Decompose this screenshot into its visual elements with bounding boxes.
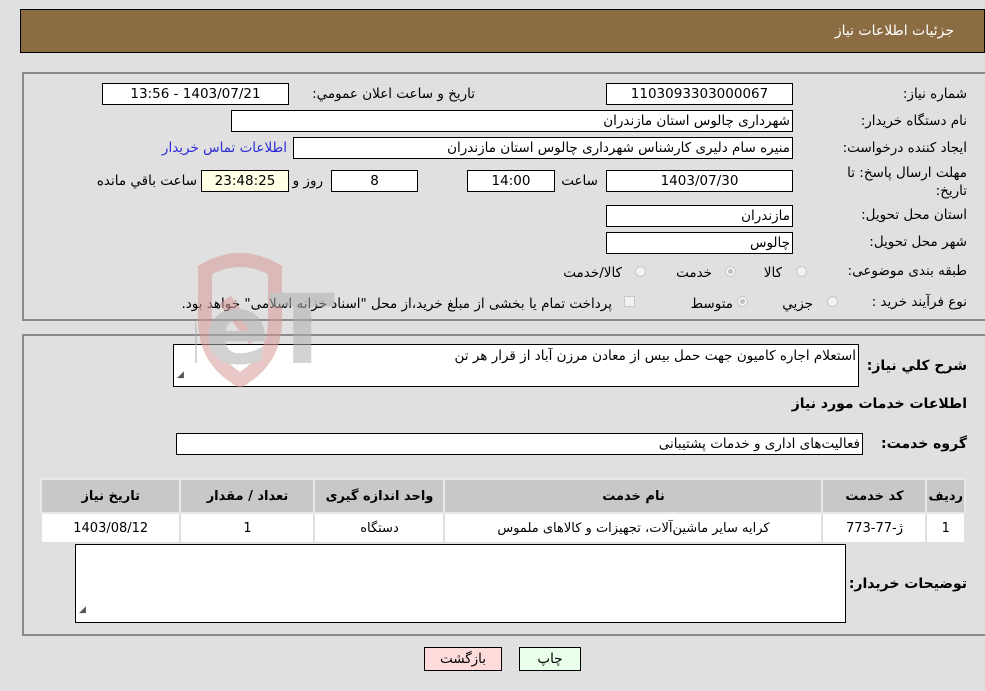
requester-label: ایجاد کننده درخواست: <box>842 140 967 156</box>
service-group-field[interactable]: فعالیت‌های اداری و خدمات پشتیبانی <box>176 433 863 455</box>
buyer-notes-label: توضیحات خریدار: <box>848 576 967 592</box>
category-goods-label: کالا <box>763 265 782 281</box>
treasury-payment-note: پرداخت تمام یا بخشی از مبلغ خرید،از محل … <box>181 296 612 312</box>
col-service-name: نام خدمت <box>443 478 824 514</box>
description-textarea[interactable]: استعلام اجاره کامیون جهت حمل بیس از معاد… <box>173 344 859 387</box>
deadline-label-2: تاریخ: <box>935 183 967 199</box>
category-goods-service-radio[interactable] <box>635 266 646 277</box>
buyer-contact-link[interactable]: اطلاعات تماس خریدار <box>162 140 287 156</box>
process-medium-radio[interactable] <box>737 296 748 307</box>
print-button[interactable]: چاپ <box>519 647 581 671</box>
province-label: استان محل تحویل: <box>861 207 967 223</box>
category-service-radio[interactable] <box>725 266 736 277</box>
page-title: جزئیات اطلاعات نیاز <box>834 23 954 39</box>
col-row-number: رديف <box>925 478 966 514</box>
remaining-label: ساعت باقي مانده <box>96 173 197 189</box>
cell-service-name: کرایه سایر ماشین‌آلات، تجهیزات و کالاهای… <box>443 512 824 544</box>
deadline-time-field[interactable]: 14:00 <box>467 170 555 192</box>
description-label: شرح کلي نياز: <box>866 358 967 374</box>
category-goods-service-label: کالا/خدمت <box>563 265 622 281</box>
category-label: طبقه بندی موضوعی: <box>847 263 967 279</box>
cell-quantity: 1 <box>179 512 316 544</box>
treasury-payment-checkbox[interactable] <box>624 296 635 307</box>
cell-service-code: ژ-77-773 <box>821 512 928 544</box>
need-number-label: شماره نیاز: <box>902 86 967 102</box>
page-header: جزئیات اطلاعات نیاز <box>20 9 985 53</box>
buyer-org-field[interactable]: شهرداری چالوس استان مازندران <box>231 110 793 132</box>
deadline-label: مهلت ارسال پاسخ: تا <box>847 165 967 181</box>
category-service-label: خدمت <box>676 265 712 281</box>
col-service-code: كد خدمت <box>821 478 928 514</box>
col-unit: واحد اندازه گيری <box>313 478 446 514</box>
process-minor-radio[interactable] <box>827 296 838 307</box>
cell-need-date: 1403/08/12 <box>39 512 182 544</box>
buyer-notes-textarea[interactable]: ◢ <box>75 544 846 623</box>
need-number-field[interactable]: 1103093303000067 <box>606 83 793 105</box>
requester-field[interactable]: منیره سام دلیری کارشناس شهرداری چالوس اس… <box>293 137 793 159</box>
deadline-date-field[interactable]: 1403/07/30 <box>606 170 793 192</box>
description-text: استعلام اجاره کامیون جهت حمل بیس از معاد… <box>454 348 856 364</box>
resize-handle-icon[interactable]: ◢ <box>79 600 86 620</box>
announce-label: تاريخ و ساعت اعلان عمومي: <box>312 86 475 102</box>
col-need-date: تاريخ نياز <box>39 478 182 514</box>
city-label: شهر محل تحویل: <box>869 234 967 250</box>
cell-row-number: 1 <box>925 512 966 544</box>
service-group-label: گروه خدمت: <box>881 436 967 452</box>
table-header-row: رديف كد خدمت نام خدمت واحد اندازه گيری ت… <box>39 478 966 514</box>
remaining-time-field: 23:48:25 <box>201 170 289 192</box>
days-label: روز و <box>292 173 323 189</box>
back-button[interactable]: بازگشت <box>424 647 502 671</box>
province-field[interactable]: مازندران <box>606 205 793 227</box>
time-label: ساعت <box>561 173 598 189</box>
days-field[interactable]: 8 <box>331 170 418 192</box>
process-medium-label: متوسط <box>690 296 733 312</box>
services-table: رديف كد خدمت نام خدمت واحد اندازه گيری ت… <box>39 478 966 544</box>
announce-datetime-field[interactable]: 1403/07/21 - 13:56 <box>102 83 289 105</box>
process-minor-label: جزيي <box>782 296 813 312</box>
category-goods-radio[interactable] <box>796 266 807 277</box>
table-row[interactable]: 1 ژ-77-773 کرایه سایر ماشین‌آلات، تجهیزا… <box>39 512 966 544</box>
cell-unit: دستگاه <box>313 512 446 544</box>
process-label: نوع فرآیند خرید : <box>871 294 967 310</box>
services-section-title: اطلاعات خدمات مورد نياز <box>791 396 967 412</box>
city-field[interactable]: چالوس <box>606 232 793 254</box>
resize-handle-icon[interactable]: ◢ <box>177 366 184 384</box>
col-quantity: تعداد / مقدار <box>179 478 316 514</box>
buyer-org-label: نام دستگاه خریدار: <box>860 113 967 129</box>
